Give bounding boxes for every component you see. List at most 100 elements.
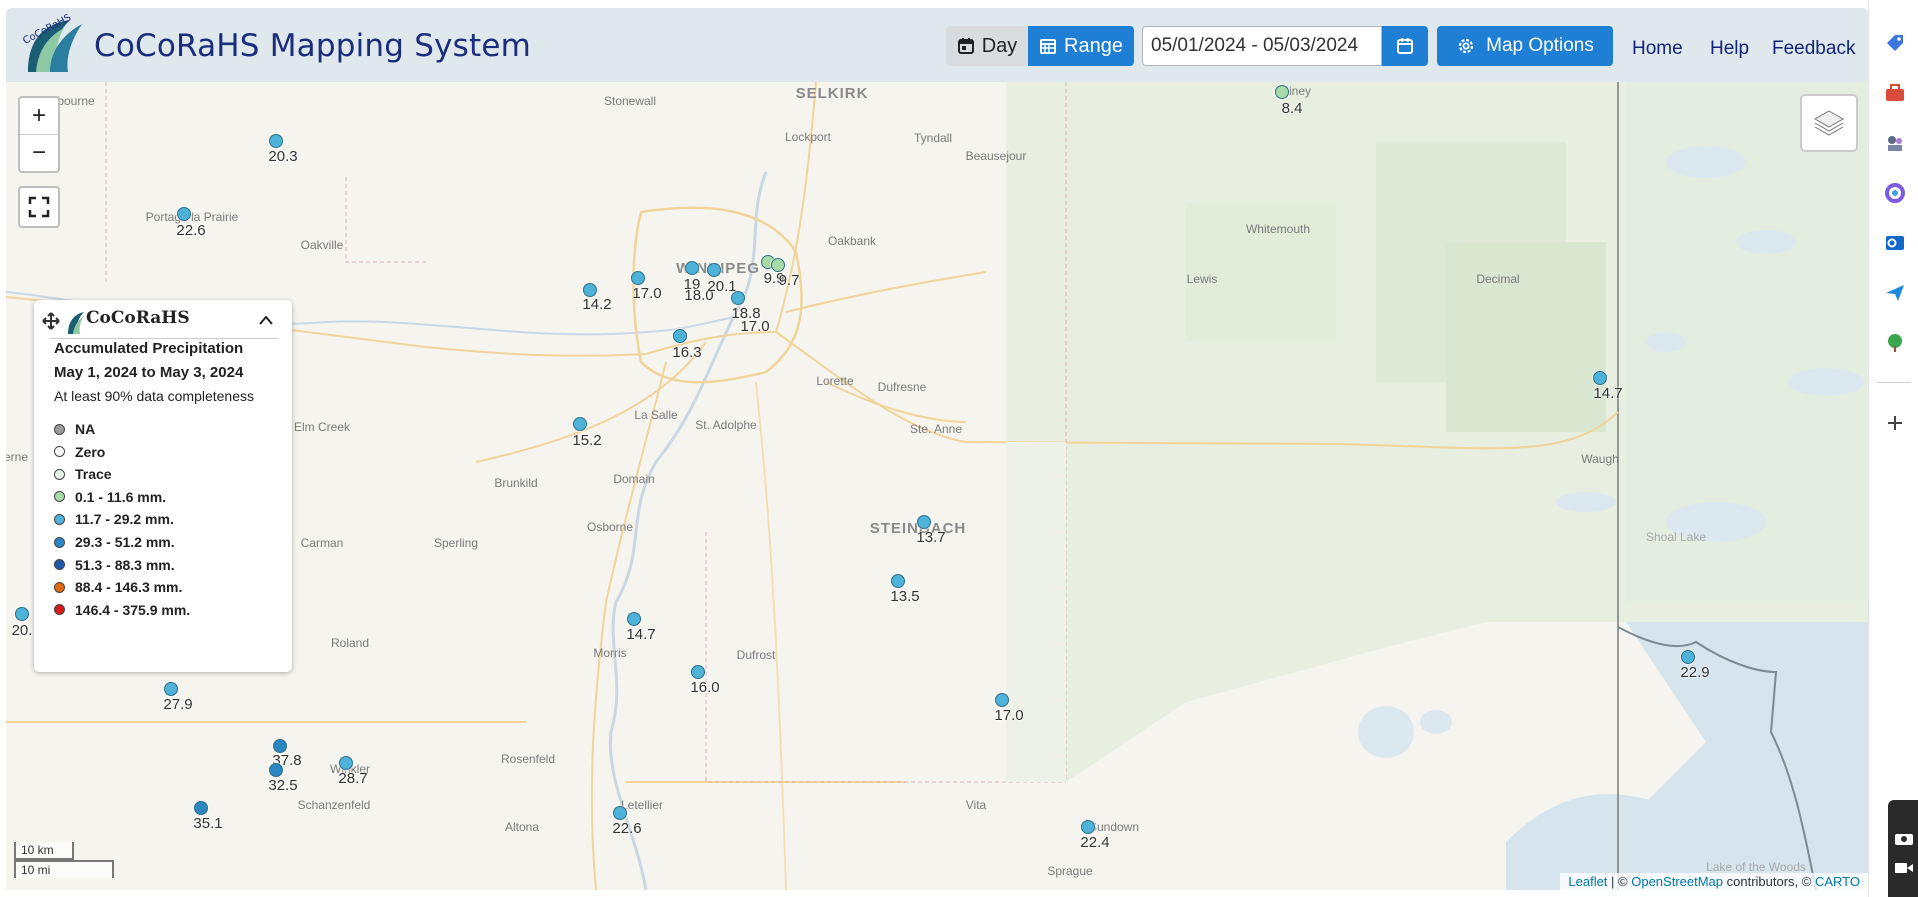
fullscreen-button[interactable] [18,186,60,228]
legend-swatch [54,581,65,593]
station-marker[interactable] [707,263,721,277]
place-label: Stonewall [603,94,657,108]
station-value: 16.0 [690,679,720,696]
nav-help[interactable]: Help [1710,38,1749,60]
place-label: Tyndall [913,131,953,145]
leaflet-link[interactable]: Leaflet [1568,874,1607,889]
station-marker[interactable] [1081,820,1095,834]
place-label: Altona [504,820,540,834]
station-marker[interactable] [1275,85,1289,99]
place-label: Sundown [1088,820,1140,834]
layers-icon [1813,110,1845,136]
station-marker[interactable] [269,134,283,148]
station-marker[interactable] [164,682,178,696]
station-marker[interactable] [995,693,1009,707]
station-marker[interactable] [177,207,191,221]
carto-link[interactable]: CARTO [1815,874,1860,889]
camera-icon[interactable] [1894,830,1914,846]
day-button[interactable]: Day [946,26,1028,66]
legend-panel: CoCoRaHS Accumulated Precipitation May 1… [34,300,292,672]
legend-label: 0.1 - 11.6 mm. [75,488,167,505]
place-label: Oakville [300,238,344,252]
place-label: St. Adolphe [695,418,757,432]
chevron-up-icon[interactable] [258,314,274,326]
station-marker[interactable] [891,574,905,588]
toolbox-icon[interactable] [1884,82,1906,104]
scale-bar: 10 km 10 mi [14,842,114,878]
station-marker[interactable] [15,607,29,621]
date-range-input[interactable] [1142,26,1382,66]
place-label: SELKIRK [795,85,869,102]
place-label: Sperling [433,536,479,550]
station-value: 27.9 [163,696,193,713]
station-marker[interactable] [194,801,208,815]
legend-item: NA [54,421,95,437]
legend-completeness: At least 90% data completeness [54,388,255,404]
station-marker[interactable] [731,291,745,305]
station-value: 16.3 [672,344,702,361]
station-marker[interactable] [269,763,283,777]
station-marker[interactable] [583,283,597,297]
sidebar-divider [1877,382,1911,383]
layers-button[interactable] [1800,94,1858,152]
place-label: Lake of the Woods [1706,860,1806,874]
station-marker[interactable] [685,261,699,275]
station-marker[interactable] [691,665,705,679]
station-value: 20. [11,622,33,639]
map-options-button[interactable]: Map Options [1437,26,1613,66]
outlook-icon[interactable] [1884,232,1906,254]
add-icon[interactable] [1884,412,1906,434]
range-button[interactable]: Range [1028,26,1134,66]
place-label: Shoal Lake [1645,530,1707,544]
zoom-control: + − [18,96,60,173]
osm-link[interactable]: OpenStreetMap [1631,874,1723,889]
station-marker[interactable] [673,329,687,343]
nav-home[interactable]: Home [1632,38,1683,60]
legend-swatch [54,559,65,571]
station-value: 14.7 [1593,385,1623,402]
nav-feedback[interactable]: Feedback [1772,38,1855,60]
legend-dates: May 1, 2024 to May 3, 2024 [54,364,244,381]
copilot-icon[interactable] [1884,182,1906,204]
scale-mi: 10 mi [14,860,114,878]
place-label: Brunkild [494,476,538,490]
header: CoCoRaHS CoCoRaHS Mapping System Day Ran… [6,8,1868,82]
station-marker[interactable] [339,756,353,770]
calendar-picker-button[interactable] [1382,26,1428,66]
floating-toolbar [1888,800,1918,897]
station-value: 22.9 [1680,664,1710,681]
video-icon[interactable] [1894,860,1914,876]
cocorahs-logo[interactable]: CoCoRaHS [20,14,90,78]
attribution-contrib: contributors, © [1723,874,1815,889]
zoom-out-button[interactable]: − [20,135,58,171]
station-marker[interactable] [573,417,587,431]
station-value: 17.0 [632,285,662,302]
station-value: 35.1 [193,815,223,832]
place-label: Letellier [620,798,664,812]
tree-icon[interactable] [1884,332,1906,354]
station-value: 20.3 [268,148,298,165]
zoom-in-button[interactable]: + [20,98,58,135]
station-marker[interactable] [917,515,931,529]
app-title: CoCoRaHS Mapping System [94,28,532,64]
station-marker[interactable] [631,271,645,285]
station-marker[interactable] [771,258,785,272]
station-marker[interactable] [273,739,287,753]
legend-item: 88.4 - 146.3 mm. [54,579,182,595]
map-canvas[interactable]: SELKIRK Stonewall Lockport Tyndall Beaus… [6,82,1868,890]
station-marker[interactable] [627,612,641,626]
station-marker[interactable] [613,806,627,820]
games-icon[interactable] [1884,132,1906,154]
place-label: Domain [613,472,655,486]
station-marker[interactable] [1593,371,1607,385]
tag-icon[interactable] [1884,32,1906,54]
legend-label: NA [75,421,96,437]
place-label: Ste. Anne [909,422,963,436]
legend-swatch [54,491,65,503]
place-label: Vita [965,798,987,812]
gear-icon [1459,38,1474,54]
station-marker[interactable] [1681,650,1695,664]
move-icon[interactable] [42,312,60,330]
send-icon[interactable] [1884,282,1906,304]
station-value: 9.7 [778,272,800,289]
